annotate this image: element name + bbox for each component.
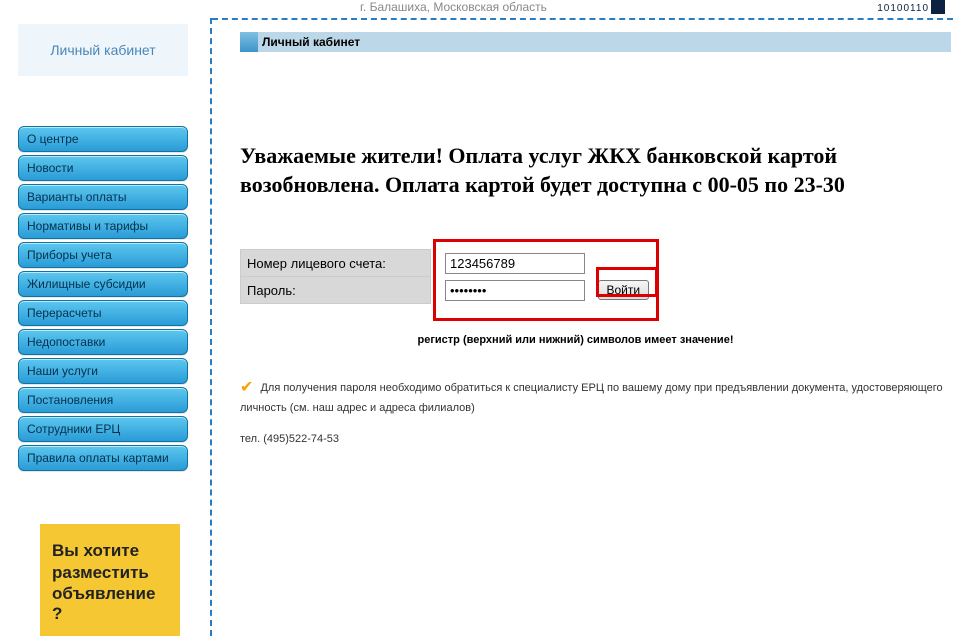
ad-line-2: разместить <box>52 562 168 584</box>
password-label: Пароль: <box>241 277 431 304</box>
ad-line-3: объявление ? <box>52 584 168 624</box>
left-divider <box>210 18 212 636</box>
password-input[interactable] <box>445 280 585 301</box>
notice-text: Уважаемые жители! Оплата услуг ЖКХ банко… <box>240 142 951 199</box>
account-input[interactable] <box>445 253 585 274</box>
nav-services[interactable]: Наши услуги <box>18 358 188 384</box>
ad-line-1: Вы хотите <box>52 540 168 562</box>
nav-tariffs[interactable]: Нормативы и тарифы <box>18 213 188 239</box>
nav-payments[interactable]: Варианты оплаты <box>18 184 188 210</box>
nav-shortage[interactable]: Недопоставки <box>18 329 188 355</box>
nav-recalc[interactable]: Перерасчеты <box>18 300 188 326</box>
barcode-icon: 10100110 <box>877 0 945 14</box>
nav-news[interactable]: Новости <box>18 155 188 181</box>
nav-about[interactable]: О центре <box>18 126 188 152</box>
login-form: Номер лицевого счета: Пароль: Войти <box>240 249 951 304</box>
title-handle-icon <box>240 32 258 52</box>
account-label: Номер лицевого счета: <box>241 250 431 277</box>
page-title: Личный кабинет <box>262 35 360 49</box>
nav-meters[interactable]: Приборы учета <box>18 242 188 268</box>
header-subtitle: г. Балашиха, Московская область <box>360 0 547 14</box>
nav-decrees[interactable]: Постановления <box>18 387 188 413</box>
sidebar-nav: О центре Новости Варианты оплаты Нормати… <box>18 126 188 471</box>
page-title-bar: Личный кабинет <box>240 32 951 52</box>
case-sensitive-note: регистр (верхний или нижний) символов им… <box>200 334 951 346</box>
nav-cardrules[interactable]: Правила оплаты картами <box>18 445 188 471</box>
password-instructions: Для получения пароля необходимо обратить… <box>240 382 943 414</box>
top-divider <box>212 18 953 20</box>
nav-staff[interactable]: Сотрудники ЕРЦ <box>18 416 188 442</box>
cabinet-heading: Личный кабинет <box>18 24 188 76</box>
phone-text: тел. (495)522-74-53 <box>240 431 951 448</box>
check-icon: ✔ <box>240 379 253 396</box>
login-button[interactable]: Войти <box>598 280 650 300</box>
nav-subsidies[interactable]: Жилищные субсидии <box>18 271 188 297</box>
ad-banner[interactable]: Вы хотите разместить объявление ? <box>40 524 180 636</box>
